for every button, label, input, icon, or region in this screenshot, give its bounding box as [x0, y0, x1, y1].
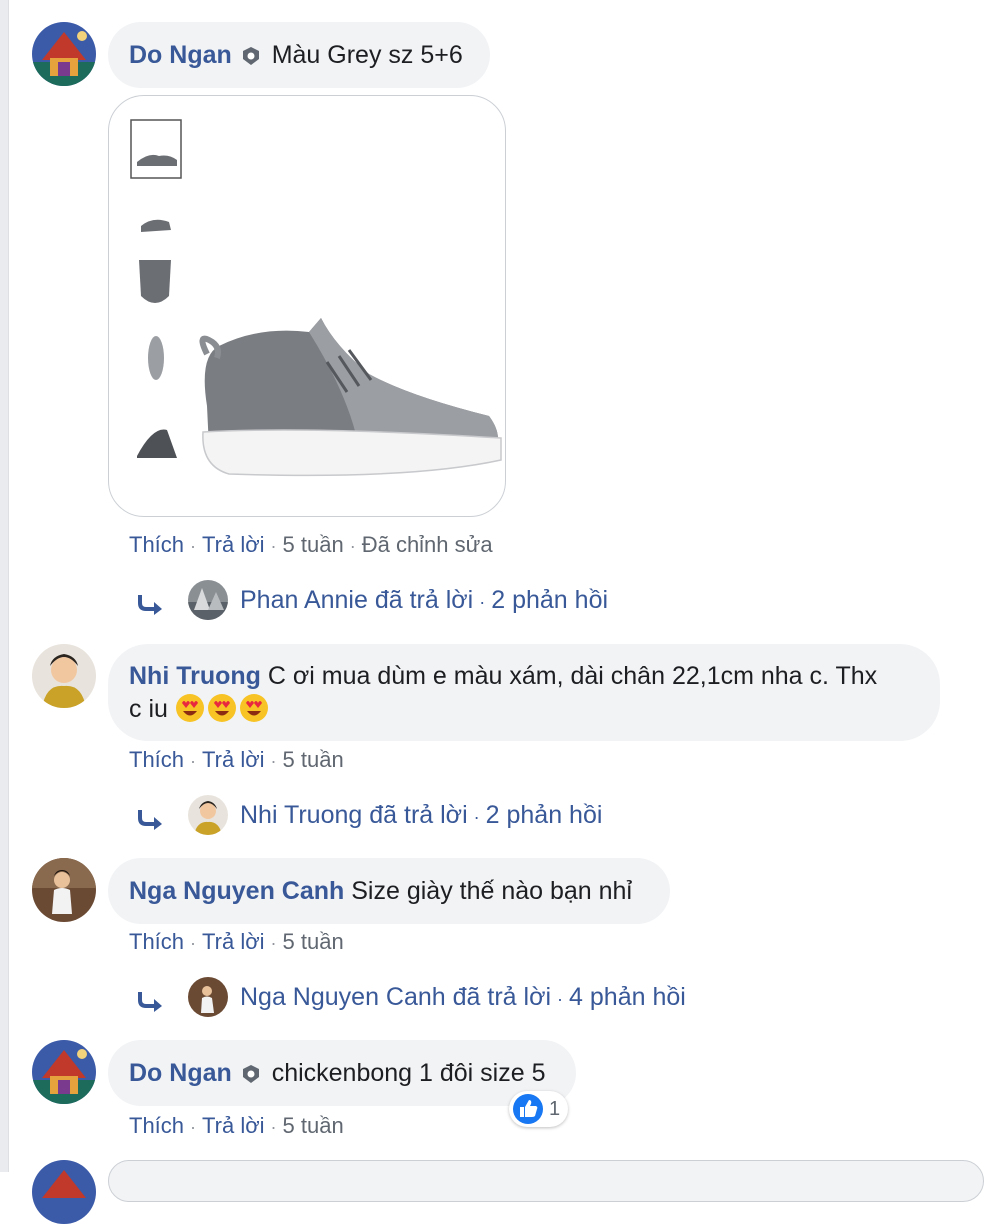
- comment-input[interactable]: [108, 1160, 984, 1202]
- heart-eyes-emoji: [239, 693, 269, 723]
- comment-bubble-2: Nhi Truong C ơi mua dùm e màu xám, dài c…: [108, 644, 940, 741]
- comment-bubble-3: Nga Nguyen Canh Size giày thế nào bạn nh…: [108, 858, 670, 924]
- timestamp[interactable]: 5 tuần: [283, 747, 344, 772]
- shield-badge-icon: [241, 1060, 261, 1093]
- reply-arrow-icon: [138, 593, 164, 620]
- comment-text-line1: C ơi mua dùm e màu xám, dài chân 22,1cm …: [267, 662, 878, 690]
- avatar-nga-nguyen-canh-small[interactable]: [188, 977, 228, 1017]
- avatar-do-ngan-2[interactable]: [32, 1040, 96, 1104]
- product-image-attachment[interactable]: [108, 95, 506, 517]
- reply-arrow-icon: [138, 808, 164, 835]
- like-link[interactable]: Thích: [129, 929, 184, 954]
- timestamp[interactable]: 5 tuần: [283, 1113, 344, 1138]
- shield-badge-icon: [241, 42, 261, 75]
- view-replies-1[interactable]: Phan Annie đã trả lời · 2 phản hồi: [240, 586, 608, 615]
- timestamp[interactable]: 5 tuần: [283, 929, 344, 954]
- heart-eyes-emoji: [175, 693, 205, 723]
- reply-link[interactable]: Trả lời: [202, 747, 265, 772]
- reply-count: 2 phản hồi: [491, 586, 609, 614]
- like-link[interactable]: Thích: [129, 747, 184, 772]
- avatar-phan-annie[interactable]: [188, 580, 228, 620]
- avatar-current-user[interactable]: [32, 1160, 96, 1224]
- reply-suffix: đã trả lời: [369, 801, 468, 829]
- reply-author: Nga Nguyen Canh: [240, 983, 446, 1011]
- view-replies-3[interactable]: Nga Nguyen Canh đã trả lời · 4 phản hồi: [240, 983, 686, 1012]
- comment-author[interactable]: Nga Nguyen Canh: [129, 877, 344, 905]
- reaction-summary[interactable]: 1: [509, 1091, 569, 1127]
- comment-author[interactable]: Do Ngan: [129, 41, 232, 69]
- comment-text: Màu Grey sz 5+6: [271, 41, 463, 69]
- view-replies-2[interactable]: Nhi Truong đã trả lời · 2 phản hồi: [240, 801, 602, 830]
- like-link[interactable]: Thích: [129, 1113, 184, 1138]
- heart-eyes-emoji: [207, 693, 237, 723]
- comment-author[interactable]: Nhi Truong: [129, 662, 261, 690]
- comment-text: chickenbong 1 đôi size 5: [271, 1059, 546, 1087]
- reply-suffix: đã trả lời: [452, 983, 552, 1011]
- reaction-count: 1: [549, 1097, 561, 1120]
- comment-text: Size giày thế nào bạn nhỉ: [351, 877, 633, 905]
- edited-label[interactable]: Đã chỉnh sửa: [362, 532, 493, 557]
- reply-link[interactable]: Trả lời: [202, 1113, 265, 1138]
- comment-author[interactable]: Do Ngan: [129, 1059, 232, 1087]
- comment-bubble-1: Do Ngan Màu Grey sz 5+6: [108, 22, 490, 88]
- avatar-nhi-truong-small[interactable]: [188, 795, 228, 835]
- like-link[interactable]: Thích: [129, 532, 184, 557]
- reply-count: 2 phản hồi: [485, 801, 603, 829]
- comment-bubble-4: Do Ngan chickenbong 1 đôi size 5: [108, 1040, 576, 1106]
- reply-link[interactable]: Trả lời: [202, 929, 265, 954]
- timestamp[interactable]: 5 tuần: [283, 532, 344, 557]
- comment-text-line2: c iu: [129, 695, 168, 723]
- reply-author: Nhi Truong: [240, 801, 363, 829]
- comment-actions-2: Thích · Trả lời · 5 tuần: [129, 747, 344, 772]
- avatar-nga-nguyen-canh[interactable]: [32, 858, 96, 922]
- reply-count: 4 phản hồi: [569, 983, 686, 1011]
- avatar-do-ngan[interactable]: [32, 22, 96, 86]
- reply-arrow-icon: [138, 990, 164, 1017]
- like-thumb-icon: [513, 1094, 543, 1124]
- comment-actions-3: Thích · Trả lời · 5 tuần: [129, 929, 344, 954]
- reply-suffix: đã trả lời: [374, 586, 474, 614]
- reply-link[interactable]: Trả lời: [202, 532, 265, 557]
- comment-actions-4: Thích · Trả lời · 5 tuần: [129, 1113, 344, 1138]
- reply-author: Phan Annie: [240, 586, 368, 614]
- left-border: [0, 0, 9, 1172]
- comment-actions-1: Thích · Trả lời · 5 tuần · Đã chỉnh sửa: [129, 532, 493, 557]
- avatar-nhi-truong[interactable]: [32, 644, 96, 708]
